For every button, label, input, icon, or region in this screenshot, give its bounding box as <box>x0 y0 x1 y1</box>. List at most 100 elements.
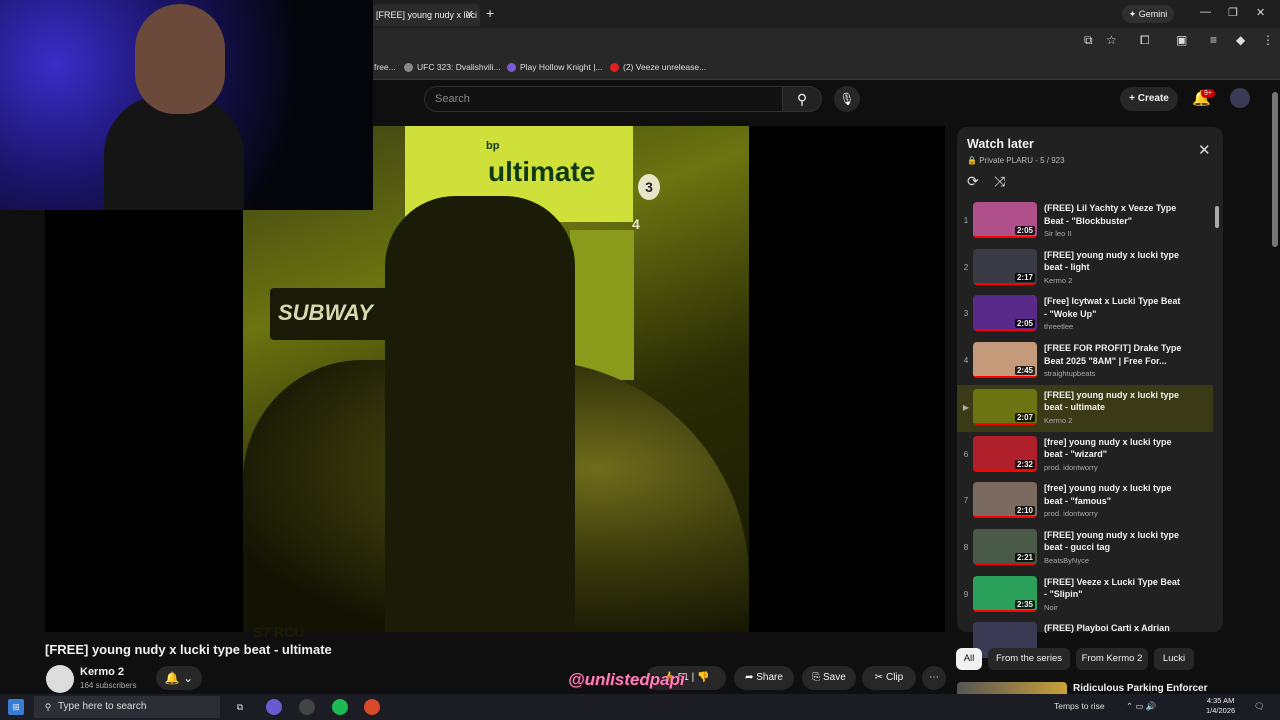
extensions-icon[interactable]: ⧠ <box>1140 33 1150 48</box>
playlist-item[interactable]: 7 2:10 [free] young nudy x lucki type beat… <box>957 478 1213 525</box>
shuffle-icon[interactable]: ⤨ <box>994 173 1005 190</box>
obs-icon[interactable] <box>299 699 315 715</box>
page-scrollbar[interactable] <box>1272 92 1278 247</box>
close-icon[interactable]: ✕ <box>465 4 474 26</box>
tray-icons[interactable]: ⌃ ▭ 🔊 <box>1126 701 1156 712</box>
thumbnail-sign-brand: bp <box>486 140 500 152</box>
weather-text[interactable]: Temps to rise <box>1054 701 1105 711</box>
clip-button[interactable]: ✂ Clip <box>862 666 916 690</box>
account-avatar[interactable] <box>1230 88 1250 108</box>
gemini-button[interactable]: ✦ Gemini <box>1122 5 1174 23</box>
microphone-icon[interactable]: 🎙 <box>834 86 860 112</box>
playlist-item-title[interactable]: [FREE] Veeze x Lucki Type Beat - "Slipin… <box>1044 576 1182 601</box>
playlist-item-title[interactable]: [free] young nudy x lucki type beat - "f… <box>1044 482 1182 507</box>
maximize-icon[interactable]: ❐ <box>1228 6 1238 19</box>
playlist-item[interactable]: (FREE) Playboi Carti x Adrian <box>957 618 1213 659</box>
playlist-scrollbar[interactable] <box>1215 206 1219 228</box>
media-icon[interactable]: ≡ <box>1210 33 1217 47</box>
playlist-item-title[interactable]: (FREE) Playboi Carti x Adrian <box>1044 622 1182 635</box>
playlist-item-title[interactable]: [FREE] young nudy x lucki type beat - ul… <box>1044 389 1182 414</box>
window-close-icon[interactable]: ✕ <box>1256 6 1265 19</box>
playlist-item-title[interactable]: [free] young nudy x lucki type beat - "w… <box>1044 436 1182 461</box>
duration-label: 2:45 <box>1014 366 1035 376</box>
browser-tab-active[interactable]: [FREE] young nudy x luci ✕ <box>372 4 480 26</box>
playlist-item-thumbnail[interactable]: 2:05 <box>973 295 1037 332</box>
loop-icon[interactable]: ⟳ <box>967 173 979 190</box>
playlist-item-index: 9 <box>963 589 969 599</box>
taskbar-search-input[interactable]: Type here to search <box>34 696 220 718</box>
playlist-item-channel: prod. idontworry <box>1044 509 1098 519</box>
notifications-icon[interactable]: 🗨 <box>1254 701 1265 712</box>
playlist-item-thumbnail[interactable]: 2:07 <box>973 388 1037 425</box>
windows-start-icon[interactable]: ⊞ <box>8 699 24 715</box>
playlist-item-title[interactable]: (FREE) Lil Yachty x Veeze Type Beat - "B… <box>1044 202 1182 227</box>
spotify-icon[interactable] <box>332 699 348 715</box>
playlist-item-thumbnail[interactable]: 2:10 <box>973 482 1037 519</box>
playlist-item-thumbnail[interactable]: 2:17 <box>973 248 1037 285</box>
playlist-item-index: 4 <box>963 356 969 366</box>
playlist-item-channel: Sir leo II <box>1044 229 1072 238</box>
playlist-item-title[interactable]: [FREE] young nudy x lucki type beat - li… <box>1044 249 1182 274</box>
playlist-item[interactable]: 9 2:35 [FREE] Veeze x Lucki Type Beat - "S… <box>957 572 1213 619</box>
playlist-item[interactable]: 2 2:17 [FREE] young nudy x lucki type beat… <box>957 245 1213 292</box>
bookmark-item[interactable]: Play Hollow Knight |... <box>507 62 603 73</box>
playlist-item-thumbnail[interactable]: 2:35 <box>973 575 1037 612</box>
chrome-icon[interactable] <box>364 699 380 715</box>
thumbnail-pump-number: 3 <box>638 174 660 200</box>
create-button[interactable]: + Create <box>1120 87 1178 111</box>
playlist-item-channel: Kermo 2 <box>1044 415 1073 425</box>
split-view-icon[interactable]: ▣ <box>1176 33 1187 47</box>
close-playlist-icon[interactable]: ✕ <box>1198 141 1211 159</box>
channel-avatar[interactable] <box>46 665 74 693</box>
playlist-item-thumbnail[interactable]: 2:45 <box>973 342 1037 379</box>
taskbar-clock[interactable]: 4:35 AM 1/4/2026 <box>1206 696 1235 716</box>
bookmark-star-icon[interactable]: ☆ <box>1106 33 1117 47</box>
playlist-title[interactable]: Watch later <box>967 137 1034 151</box>
search-icon[interactable]: ⚲ <box>782 86 822 112</box>
playlist-item[interactable]: 4 2:45 [FREE FOR PROFIT] Drake Type Beat 2… <box>957 338 1213 385</box>
video-title: [FREE] young nudy x lucki type beat - ul… <box>45 642 332 657</box>
youtube-icon <box>610 63 619 73</box>
chip-all[interactable]: All <box>956 648 982 670</box>
search-input[interactable]: Search <box>424 86 782 112</box>
playlist-item-thumbnail[interactable]: 2:05 <box>973 202 1037 238</box>
playlist-item[interactable]: 3 2:05 [Free] Icytwat x Lucki Type Beat - … <box>957 291 1213 338</box>
more-actions-icon[interactable]: ⋯ <box>922 666 946 690</box>
install-icon[interactable]: ⧉ <box>1084 33 1093 48</box>
playlist-item-index: 3 <box>963 309 969 319</box>
profile-icon[interactable]: ◆ <box>1236 33 1245 47</box>
subscribed-bell-button[interactable]: 🔔 ⌄ <box>156 666 202 690</box>
watch-progress-bar <box>973 516 1037 519</box>
discord-icon[interactable] <box>266 699 282 715</box>
playlist-item-title[interactable]: [FREE] young nudy x lucki type beat - gu… <box>1044 529 1182 554</box>
duration-label: 2:17 <box>1014 272 1035 282</box>
bookmark-item[interactable]: (2) Veeze unrelease... <box>610 62 706 73</box>
playlist-item-channel: Noir <box>1044 602 1058 612</box>
playlist-item[interactable]: 8 2:21 [FREE] young nudy x lucki type beat… <box>957 525 1213 572</box>
playlist-item[interactable]: ▶ 2:07 [FREE] young nudy x lucki type beat… <box>957 384 1213 432</box>
chip-from-channel[interactable]: From Kermo 2 <box>1076 648 1148 670</box>
menu-icon[interactable]: ⋮ <box>1262 33 1274 47</box>
playlist-item-title[interactable]: [Free] Icytwat x Lucki Type Beat - "Woke… <box>1044 295 1182 320</box>
watch-progress-bar <box>973 422 1037 425</box>
recommendation-title[interactable]: Ridiculous Parking Enforcer <box>1073 683 1207 694</box>
save-button[interactable]: ⎘ Save <box>802 666 856 690</box>
new-tab-icon[interactable]: + <box>486 5 494 21</box>
bookmark-item[interactable]: UFC 323: Dvalishvili... <box>404 62 501 73</box>
playlist-subtitle: 🔒 Private PLARU - 5 / 923 <box>967 156 1065 165</box>
task-view-icon[interactable]: ⧉ <box>232 699 248 715</box>
chip-lucki[interactable]: Lucki <box>1154 648 1194 670</box>
channel-name[interactable]: Kermo 2 <box>80 666 124 678</box>
playlist-item-thumbnail[interactable]: 2:21 <box>973 528 1037 565</box>
duration-label: 2:05 <box>1014 226 1035 235</box>
share-button[interactable]: ➦ Share <box>734 666 794 690</box>
playlist-item-title[interactable]: [FREE FOR PROFIT] Drake Type Beat 2025 "… <box>1044 342 1182 367</box>
playlist-item-thumbnail[interactable]: 2:32 <box>973 435 1037 472</box>
playlist-item[interactable]: 6 2:32 [free] young nudy x lucki type beat… <box>957 432 1213 479</box>
chip-from-series[interactable]: From the series <box>988 648 1070 670</box>
playlist-item[interactable]: 1 2:05 (FREE) Lil Yachty x Veeze Type Beat… <box>957 198 1213 245</box>
bookmark-item[interactable]: free... <box>374 62 396 72</box>
minimize-icon[interactable]: — <box>1200 6 1211 18</box>
webcam-person-face <box>135 4 225 114</box>
search-icon: ⚲ <box>44 702 52 712</box>
